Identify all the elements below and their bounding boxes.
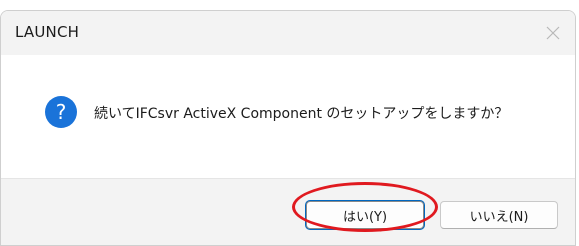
svg-text:?: ? xyxy=(56,100,67,124)
title-bar[interactable]: LAUNCH xyxy=(1,11,575,55)
no-button-label: いいえ(N) xyxy=(469,209,529,225)
dialog-message: 続いてIFCsvr ActiveX Component のセットアップをしますか… xyxy=(94,106,509,122)
question-icon: ? xyxy=(45,96,77,128)
message-dialog: LAUNCH ? 続いてIFCsvr ActiveX Component のセッ… xyxy=(0,10,576,246)
yes-button-label: はい(Y) xyxy=(342,209,388,225)
button-bar: はい(Y) いいえ(N) xyxy=(1,178,575,245)
no-button[interactable]: いいえ(N) xyxy=(440,201,558,229)
yes-button[interactable]: はい(Y) xyxy=(306,201,424,229)
screen: LAUNCH ? 続いてIFCsvr ActiveX Component のセッ… xyxy=(0,0,579,246)
close-icon xyxy=(546,26,560,40)
close-button[interactable] xyxy=(537,17,569,49)
dialog-content: ? 続いてIFCsvr ActiveX Component のセットアップをしま… xyxy=(1,55,575,181)
dialog-title: LAUNCH xyxy=(15,23,80,41)
